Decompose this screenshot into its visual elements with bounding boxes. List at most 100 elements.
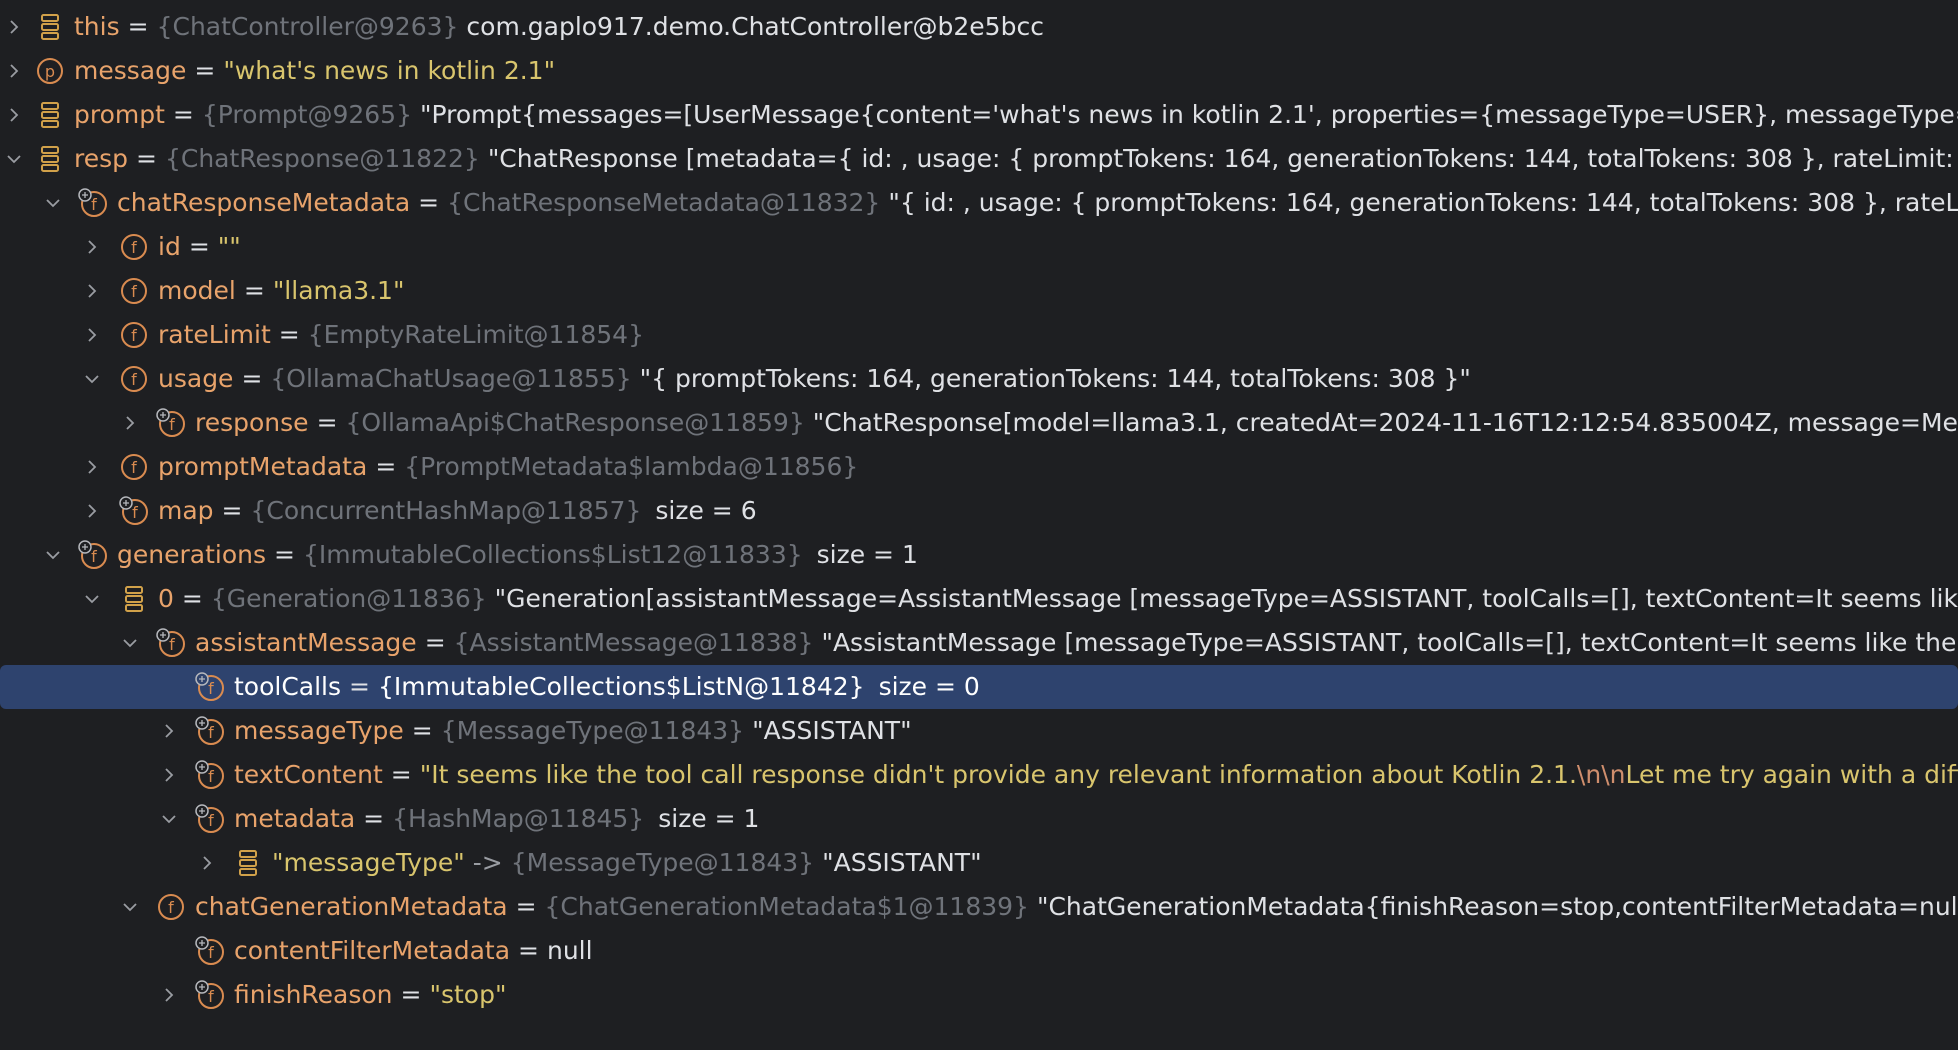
stack-icon [34, 143, 66, 175]
variable-name: finishReason [234, 980, 393, 1009]
svg-text:f: f [91, 547, 97, 566]
variable-row-map[interactable]: f map = {ConcurrentHashMap@11857} size = 6 [0, 489, 1958, 533]
svg-text:f: f [169, 415, 175, 434]
variable-row-usage[interactable]: f usage = {OllamaChatUsage@11855} "{ prompt… [0, 357, 1958, 401]
final-field-icon: f [155, 627, 187, 659]
variable-row-this[interactable]: this = {ChatController@9263} com.gaplo917.d… [0, 5, 1958, 49]
field-icon: f [155, 891, 187, 923]
variable-value: "Prompt{messages=[UserMessage{content='w… [420, 100, 1958, 129]
chevron-down-icon[interactable] [81, 357, 103, 401]
chevron-down-icon[interactable] [119, 621, 141, 665]
svg-text:f: f [131, 458, 137, 477]
svg-text:f: f [91, 195, 97, 214]
variable-row-chatResponseMetadata[interactable]: f chatResponseMetadata = {ChatResponseMeta… [0, 181, 1958, 225]
svg-text:f: f [208, 987, 214, 1006]
variable-row-chatGenerationMetadata[interactable]: f chatGenerationMetadata = {ChatGeneration… [0, 885, 1958, 929]
variable-name: contentFilterMetadata [234, 936, 511, 965]
variable-row-id[interactable]: f id = "" [0, 225, 1958, 269]
chevron-right-icon[interactable] [158, 709, 180, 753]
parameter-icon: p [34, 55, 66, 87]
svg-text:f: f [131, 282, 137, 301]
variable-row-contentFilterMetadata[interactable]: f contentFilterMetadata = null [0, 929, 1958, 973]
variable-type: {ChatResponse@11822} [164, 144, 480, 173]
svg-text:f: f [131, 326, 137, 345]
variable-name: chatResponseMetadata [117, 188, 411, 217]
variable-row-map-entry[interactable]: "messageType" -> {MessageType@11843} "ASSIS… [0, 841, 1958, 885]
chevron-right-icon[interactable] [3, 49, 25, 93]
chevron-down-icon[interactable] [119, 885, 141, 929]
chevron-right-icon[interactable] [81, 225, 103, 269]
variable-value: "" [217, 232, 241, 261]
final-field-icon: f [194, 715, 226, 747]
variable-value: "ASSISTANT" [752, 716, 912, 745]
svg-text:f: f [131, 238, 137, 257]
chevron-right-icon[interactable] [81, 269, 103, 313]
svg-text:f: f [208, 679, 214, 698]
chevron-down-icon[interactable] [42, 533, 64, 577]
chevron-down-icon[interactable] [81, 577, 103, 621]
variable-name: generations [117, 540, 266, 569]
chevron-down-icon[interactable] [158, 797, 180, 841]
variable-row-toolCalls[interactable]: f toolCalls = {ImmutableCollections$ListN@… [0, 665, 1958, 709]
svg-text:f: f [208, 943, 214, 962]
variable-row-message[interactable]: p message = "what's news in kotlin 2.1" [0, 49, 1958, 93]
variable-value: "ChatGenerationMetadata{finishReason=sto… [1036, 892, 1958, 921]
chevron-down-icon[interactable] [42, 181, 64, 225]
chevron-right-icon[interactable] [81, 489, 103, 533]
chevron-right-icon[interactable] [196, 841, 218, 885]
variable-row-rateLimit[interactable]: f rateLimit = {EmptyRateLimit@11854} [0, 313, 1958, 357]
variable-row-prompt[interactable]: prompt = {Prompt@9265} "Prompt{messages=[Us… [0, 93, 1958, 137]
variable-name: 0 [158, 584, 174, 613]
variable-value: "{ promptTokens: 164, generationTokens: … [639, 364, 1471, 393]
variable-name: textContent [234, 760, 383, 789]
chevron-down-icon[interactable] [3, 137, 25, 181]
variable-row-textContent[interactable]: f textContent = "It seems like the tool ca… [0, 753, 1958, 797]
variable-row-model[interactable]: f model = "llama3.1" [0, 269, 1958, 313]
final-field-icon: f [77, 187, 109, 219]
final-field-icon: f [194, 979, 226, 1011]
variable-row-response[interactable]: f response = {OllamaApi$ChatResponse@11859… [0, 401, 1958, 445]
variable-name: chatGenerationMetadata [195, 892, 508, 921]
variable-row-messageType[interactable]: f messageType = {MessageType@11843} "ASSIST… [0, 709, 1958, 753]
variable-type: {ChatController@9263} [156, 12, 459, 41]
variable-name: message [74, 56, 187, 85]
variable-row-promptMetadata[interactable]: f promptMetadata = {PromptMetadata$lambda@… [0, 445, 1958, 489]
final-field-icon: f [155, 407, 187, 439]
stack-icon [118, 583, 150, 615]
stack-icon [34, 99, 66, 131]
stack-icon [232, 847, 264, 879]
variable-name: map [158, 496, 214, 525]
variable-type: {OllamaChatUsage@11855} [270, 364, 632, 393]
chevron-right-icon[interactable] [158, 753, 180, 797]
variable-name: prompt [74, 100, 165, 129]
svg-text:f: f [208, 723, 214, 742]
chevron-right-icon[interactable] [3, 93, 25, 137]
variable-name: rateLimit [158, 320, 271, 349]
variable-row-0[interactable]: 0 = {Generation@11836} "Generation[assistan… [0, 577, 1958, 621]
map-arrow: -> [472, 848, 503, 877]
variable-row-resp[interactable]: resp = {ChatResponse@11822} "ChatResponse [… [0, 137, 1958, 181]
variable-name: assistantMessage [195, 628, 417, 657]
variable-name: id [158, 232, 181, 261]
chevron-right-icon[interactable] [81, 445, 103, 489]
final-field-icon: f [194, 935, 226, 967]
variable-row-finishReason[interactable]: f finishReason = "stop" [0, 973, 1958, 1017]
chevron-right-icon[interactable] [158, 973, 180, 1017]
variable-row-generations[interactable]: f generations = {ImmutableCollections$List… [0, 533, 1958, 577]
variable-name: promptMetadata [158, 452, 368, 481]
variable-type: {EmptyRateLimit@11854} [307, 320, 644, 349]
stack-icon [34, 11, 66, 43]
variable-type: {MessageType@11843} [510, 848, 815, 877]
chevron-right-icon[interactable] [119, 401, 141, 445]
variable-name: usage [158, 364, 234, 393]
svg-text:f: f [168, 898, 174, 917]
variable-row-assistantMessage[interactable]: f assistantMessage = {AssistantMessage@118… [0, 621, 1958, 665]
variable-type: {ChatResponseMetadata@11832} [447, 188, 881, 217]
variable-row-metadata[interactable]: f metadata = {HashMap@11845} size = 1 [0, 797, 1958, 841]
final-field-icon: f [194, 759, 226, 791]
variable-value: null [546, 936, 593, 965]
variable-size: size = 1 [816, 540, 918, 569]
svg-text:f: f [131, 370, 137, 389]
chevron-right-icon[interactable] [3, 5, 25, 49]
chevron-right-icon[interactable] [81, 313, 103, 357]
